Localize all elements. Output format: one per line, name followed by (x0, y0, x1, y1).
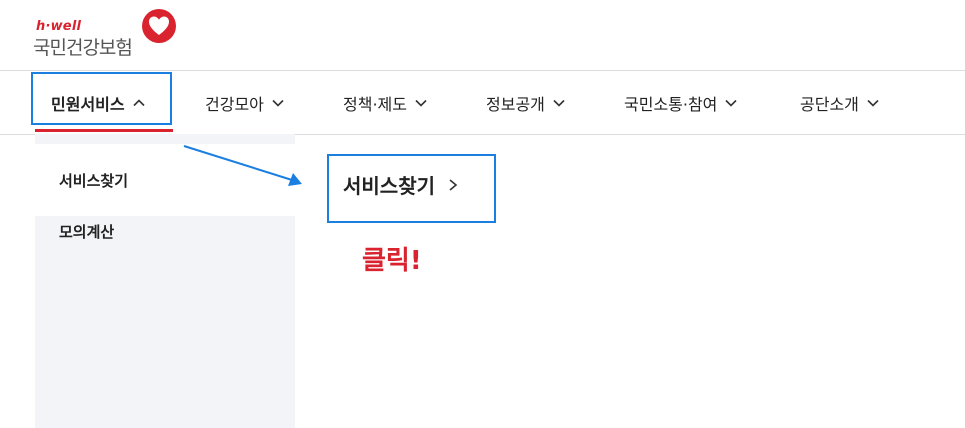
nav-item-label: 건강모아 (205, 94, 264, 114)
chevron-down-icon (725, 99, 737, 107)
site-logo[interactable]: h·well 국민건강보험 (33, 8, 183, 59)
chevron-down-icon (415, 99, 427, 107)
chevron-down-icon (553, 99, 565, 107)
chevron-up-icon (133, 98, 145, 106)
logo-title: 국민건강보험 (33, 37, 133, 59)
nav-item-about[interactable]: 공단소개 (800, 71, 880, 134)
nav-item-participation[interactable]: 국민소통·참여 (624, 71, 738, 134)
chevron-right-icon (449, 178, 458, 191)
find-service-label: 서비스찾기 (343, 174, 435, 198)
nav-item-label: 정책·제도 (343, 94, 407, 114)
nav-item-info-disclosure[interactable]: 정보공개 (486, 71, 566, 134)
main-navigation: 민원서비스 건강모아 정책·제도 정보공개 국민소통·참여 공단소개 (0, 70, 965, 135)
submenu-item-label: 모의계산 (59, 222, 115, 241)
nav-item-health-moa[interactable]: 건강모아 (205, 71, 285, 134)
nav-item-label: 공단소개 (800, 94, 859, 114)
chevron-down-icon (272, 99, 284, 107)
nav-item-policy[interactable]: 정책·제도 (343, 71, 428, 134)
nav-item-label: 국민소통·참여 (624, 94, 718, 114)
find-service-link[interactable]: 서비스찾기 (343, 170, 459, 199)
click-annotation: 클릭! (362, 246, 422, 276)
heart-logo-icon (142, 9, 176, 44)
nav-item-label: 정보공개 (486, 94, 545, 114)
nav-item-label: 민원서비스 (51, 94, 125, 114)
nav-item-civil-service[interactable]: 민원서비스 (51, 71, 146, 134)
active-nav-indicator (35, 129, 173, 132)
submenu-item-label: 서비스찾기 (59, 171, 129, 190)
submenu-panel: 서비스찾기 모의계산 (35, 134, 295, 428)
logo-subtitle: h·well (36, 19, 82, 34)
chevron-down-icon (867, 99, 879, 107)
submenu-item-simulation[interactable]: 모의계산 (35, 206, 295, 256)
